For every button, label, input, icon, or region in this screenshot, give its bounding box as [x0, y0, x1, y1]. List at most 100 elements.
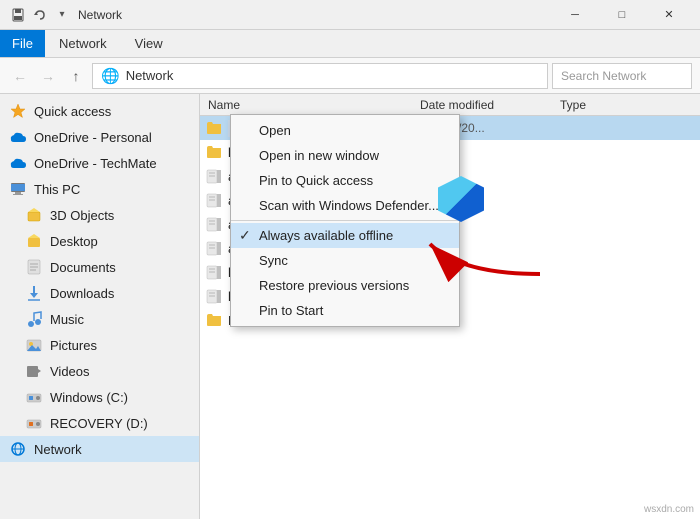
this-pc-icon [8, 179, 28, 199]
address-path[interactable]: 🌐 Network [92, 63, 548, 89]
music-label: Music [50, 312, 84, 327]
network-icon [8, 439, 28, 459]
address-path-icon: 🌐 [101, 67, 120, 85]
cm-item-open-new-window[interactable]: Open in new window [231, 143, 459, 168]
desktop-label: Desktop [50, 234, 98, 249]
sidebar-item-quick-access[interactable]: Quick access [0, 98, 199, 124]
sidebar-item-network[interactable]: Network [0, 436, 199, 462]
network-tab[interactable]: Network [45, 30, 121, 57]
onedrive-personal-icon [8, 127, 28, 147]
cm-item-label: Always available offline [259, 228, 393, 243]
sidebar-item-onedrive-techmate[interactable]: OneDrive - TechMate [0, 150, 199, 176]
sidebar-item-documents[interactable]: Documents [0, 254, 199, 280]
address-bar: ← → ↑ 🌐 Network Search Network [0, 58, 700, 94]
title-bar: ▾ Network ─ □ ✕ [0, 0, 700, 30]
this-pc-label: This PC [34, 182, 80, 197]
sidebar-item-downloads[interactable]: Downloads [0, 280, 199, 306]
sidebar-item-desktop[interactable]: Desktop [0, 228, 199, 254]
music-icon [24, 309, 44, 329]
onedrive-techmate-icon [8, 153, 28, 173]
file-icon [204, 142, 224, 162]
file-icon [204, 118, 224, 138]
sidebar-item-windows-c[interactable]: Windows (C:) [0, 384, 199, 410]
view-tab[interactable]: View [121, 30, 177, 57]
qat-dropdown[interactable]: ▾ [52, 5, 72, 25]
up-button[interactable]: ↑ [64, 64, 88, 88]
cm-item-restore-previous[interactable]: Restore previous versions [231, 273, 459, 298]
maximize-button[interactable]: □ [599, 0, 645, 30]
file-icon [204, 190, 224, 210]
pictures-icon [24, 335, 44, 355]
cm-submenu-arrow: › [439, 254, 443, 268]
cm-item-label: Restore previous versions [259, 278, 409, 293]
window-controls: ─ □ ✕ [552, 0, 692, 30]
videos-icon [24, 361, 44, 381]
col-type-header: Type [560, 98, 680, 112]
context-menu: Open Open in new window Pin to Quick acces… [230, 114, 460, 327]
3d-objects-label: 3D Objects [50, 208, 114, 223]
recovery-d-icon [24, 413, 44, 433]
cm-checkmark [239, 227, 251, 244]
search-placeholder: Search Network [561, 69, 646, 83]
cm-item-always-available-offline[interactable]: Always available offline [231, 223, 459, 248]
search-box[interactable]: Search Network [552, 63, 692, 89]
qat-undo[interactable] [30, 5, 50, 25]
file-icon [204, 214, 224, 234]
cm-item-label: Pin to Start [259, 303, 323, 318]
videos-label: Videos [50, 364, 90, 379]
sidebar-item-onedrive-personal[interactable]: OneDrive - Personal [0, 124, 199, 150]
cm-item-label: Open in new window [259, 148, 379, 163]
sidebar-item-videos[interactable]: Videos [0, 358, 199, 384]
documents-icon [24, 257, 44, 277]
quick-access-toolbar: ▾ [8, 5, 72, 25]
close-button[interactable]: ✕ [646, 0, 692, 30]
quick-access-icon [8, 101, 28, 121]
pictures-label: Pictures [50, 338, 97, 353]
file-icon [204, 286, 224, 306]
sidebar-item-this-pc[interactable]: This PC [0, 176, 199, 202]
watermark: wsxdn.com [644, 504, 694, 515]
documents-label: Documents [50, 260, 116, 275]
cm-item-scan-defender[interactable]: Scan with Windows Defender... [231, 193, 459, 218]
recovery-d-label: RECOVERY (D:) [50, 416, 148, 431]
windows-c-label: Windows (C:) [50, 390, 128, 405]
main-area: Quick access OneDrive - Personal OneDrive … [0, 94, 700, 519]
minimize-button[interactable]: ─ [552, 0, 598, 30]
col-name-header: Name [200, 98, 420, 112]
cm-item-open[interactable]: Open [231, 118, 459, 143]
ribbon: File Network View [0, 30, 700, 58]
cm-item-pin-to-start[interactable]: Pin to Start [231, 298, 459, 323]
sidebar-item-music[interactable]: Music [0, 306, 199, 332]
file-menu[interactable]: File [0, 30, 45, 57]
cm-item-label: Open [259, 123, 291, 138]
downloads-label: Downloads [50, 286, 114, 301]
back-button[interactable]: ← [8, 64, 32, 88]
downloads-icon [24, 283, 44, 303]
windows-c-icon [24, 387, 44, 407]
file-icon [204, 262, 224, 282]
qat-save[interactable] [8, 5, 28, 25]
cm-item-pin-quick-access[interactable]: Pin to Quick access [231, 168, 459, 193]
sidebar-item-3d-objects[interactable]: 3D Objects [0, 202, 199, 228]
cm-item-sync[interactable]: Sync› [231, 248, 459, 273]
onedrive-personal-label: OneDrive - Personal [34, 130, 152, 145]
sidebar-item-recovery-d[interactable]: RECOVERY (D:) [0, 410, 199, 436]
onedrive-techmate-label: OneDrive - TechMate [34, 156, 157, 171]
file-icon [204, 166, 224, 186]
content-area: Name Date modified Type Kate10/29/20...k… [200, 94, 700, 519]
title-text: Network [78, 8, 122, 22]
cm-separator [231, 220, 459, 221]
cm-item-label: Pin to Quick access [259, 173, 373, 188]
address-path-text: Network [126, 68, 174, 83]
desktop-icon [24, 231, 44, 251]
sidebar: Quick access OneDrive - Personal OneDrive … [0, 94, 200, 519]
file-icon [204, 310, 224, 330]
3d-objects-icon [24, 205, 44, 225]
forward-button[interactable]: → [36, 64, 60, 88]
col-date-header: Date modified [420, 98, 560, 112]
cm-item-label: Scan with Windows Defender... [259, 198, 439, 213]
quick-access-label: Quick access [34, 104, 111, 119]
network-label: Network [34, 442, 82, 457]
sidebar-item-pictures[interactable]: Pictures [0, 332, 199, 358]
file-icon [204, 238, 224, 258]
